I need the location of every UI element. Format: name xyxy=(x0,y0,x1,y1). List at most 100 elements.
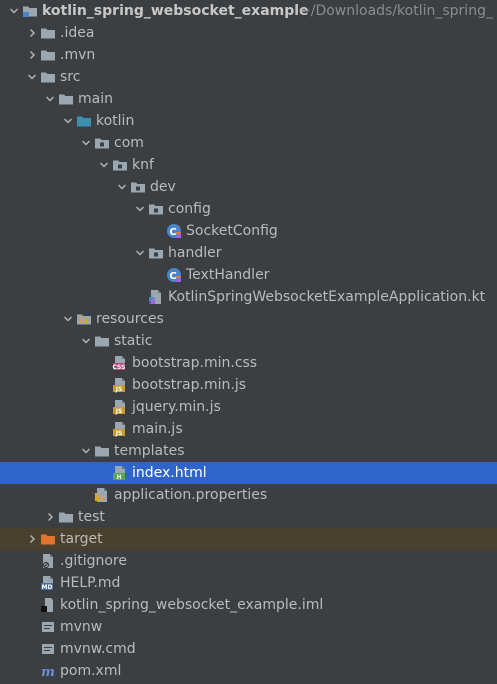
tree-row-help-md[interactable]: MD HELP.md xyxy=(0,572,497,594)
tree-row-label: handler xyxy=(168,245,222,261)
svg-text:JS: JS xyxy=(115,408,123,415)
tree-row-target[interactable]: target xyxy=(0,528,497,550)
chevron-down-icon[interactable] xyxy=(116,176,128,198)
project-tree[interactable]: kotlin_spring_websocket_example ~/Downloa… xyxy=(0,0,497,684)
tree-row-gitignore[interactable]: .gitignore xyxy=(0,550,497,572)
tree-row-label: config xyxy=(168,201,211,217)
chevron-right-icon[interactable] xyxy=(26,22,38,44)
tree-row-com[interactable]: com xyxy=(0,132,497,154)
tree-row-static[interactable]: static xyxy=(0,330,497,352)
tree-row-mvn[interactable]: .mvn xyxy=(0,44,497,66)
chevron-down-icon[interactable] xyxy=(62,308,74,330)
svg-text:CSS: CSS xyxy=(113,364,126,371)
tree-row-mvnw-cmd[interactable]: mvnw.cmd xyxy=(0,638,497,660)
svg-text:JS: JS xyxy=(115,386,123,393)
js-file-icon: JS xyxy=(112,421,128,437)
tree-row-socketconfig[interactable]: C SocketConfig xyxy=(0,220,497,242)
tree-row-main-js[interactable]: JS main.js xyxy=(0,418,497,440)
markdown-file-icon: MD xyxy=(40,575,56,591)
package-icon xyxy=(130,179,146,195)
tree-row-label: templates xyxy=(114,443,185,459)
tree-row-idea[interactable]: .idea xyxy=(0,22,497,44)
excluded-folder-icon xyxy=(40,531,56,547)
kotlin-class-icon: C xyxy=(166,267,182,283)
folder-icon xyxy=(40,47,56,63)
tree-row-label: static xyxy=(114,333,153,349)
tree-row-label: main.js xyxy=(132,421,183,437)
chevron-right-icon[interactable] xyxy=(26,44,38,66)
js-file-icon: JS xyxy=(112,399,128,415)
tree-row-application-properties[interactable]: application.properties xyxy=(0,484,497,506)
tree-row-project-root[interactable]: kotlin_spring_websocket_example ~/Downloa… xyxy=(0,0,497,22)
kotlin-class-icon: C xyxy=(166,223,182,239)
folder-icon xyxy=(40,25,56,41)
tree-row-label: test xyxy=(78,509,105,525)
tree-row-mvnw[interactable]: mvnw xyxy=(0,616,497,638)
chevron-right-icon[interactable] xyxy=(26,528,38,550)
chevron-down-icon[interactable] xyxy=(80,440,92,462)
tree-row-label: kotlin xyxy=(96,113,135,129)
svg-text:H: H xyxy=(116,474,121,481)
properties-file-icon xyxy=(94,487,110,503)
tree-row-handler[interactable]: handler xyxy=(0,242,497,264)
package-icon xyxy=(112,157,128,173)
chevron-down-icon[interactable] xyxy=(8,0,20,22)
tree-row-jquery-js[interactable]: JS jquery.min.js xyxy=(0,396,497,418)
tree-row-label: .idea xyxy=(60,25,95,41)
tree-row-index-html[interactable]: Hindex.html xyxy=(0,462,497,484)
tree-row-label: index.html xyxy=(132,465,207,481)
tree-row-texthandler[interactable]: C TextHandler xyxy=(0,264,497,286)
tree-row-test[interactable]: test xyxy=(0,506,497,528)
tree-row-label: knf xyxy=(132,157,154,173)
iml-file-icon xyxy=(40,597,56,613)
tree-row-kotlin[interactable]: kotlin xyxy=(0,110,497,132)
maven-file-icon: m xyxy=(40,663,56,679)
tree-row-label: .mvn xyxy=(60,47,96,63)
tree-row-application-kt[interactable]: KotlinSpringWebsocketExampleApplication.… xyxy=(0,286,497,308)
svg-text:m: m xyxy=(41,665,55,679)
tree-row-label: TextHandler xyxy=(186,267,270,283)
tree-row-knf[interactable]: knf xyxy=(0,154,497,176)
module-folder-icon xyxy=(22,3,38,19)
tree-row-label: KotlinSpringWebsocketExampleApplication.… xyxy=(168,289,486,305)
tree-row-label: mvnw xyxy=(60,619,103,635)
tree-row-bootstrap-js[interactable]: JS bootstrap.min.js xyxy=(0,374,497,396)
kotlin-file-icon xyxy=(148,289,164,305)
tree-row-label: bootstrap.min.js xyxy=(132,377,246,393)
tree-row-bootstrap-css[interactable]: CSS bootstrap.min.css xyxy=(0,352,497,374)
resources-folder-icon xyxy=(76,311,92,327)
css-file-icon: CSS xyxy=(112,355,128,371)
chevron-down-icon[interactable] xyxy=(98,154,110,176)
chevron-down-icon[interactable] xyxy=(44,88,56,110)
chevron-down-icon[interactable] xyxy=(134,198,146,220)
chevron-down-icon[interactable] xyxy=(134,242,146,264)
package-icon xyxy=(94,135,110,151)
tree-row-label: mvnw.cmd xyxy=(60,641,136,657)
tree-row-dev[interactable]: dev xyxy=(0,176,497,198)
tree-row-iml[interactable]: kotlin_spring_websocket_example.iml xyxy=(0,594,497,616)
tree-row-config[interactable]: config xyxy=(0,198,497,220)
js-file-icon: JS xyxy=(112,377,128,393)
gitignore-file-icon xyxy=(40,553,56,569)
source-folder-icon xyxy=(76,113,92,129)
tree-row-label: HELP.md xyxy=(60,575,121,591)
chevron-down-icon[interactable] xyxy=(80,330,92,352)
tree-row-main[interactable]: main xyxy=(0,88,497,110)
chevron-down-icon[interactable] xyxy=(26,66,38,88)
text-file-icon xyxy=(40,619,56,635)
tree-row-pom-xml[interactable]: m pom.xml xyxy=(0,660,497,682)
tree-row-src[interactable]: src xyxy=(0,66,497,88)
folder-icon xyxy=(40,69,56,85)
project-path: ~/Downloads/kotlin_spring_ xyxy=(299,3,493,19)
chevron-down-icon[interactable] xyxy=(62,110,74,132)
chevron-down-icon[interactable] xyxy=(80,132,92,154)
tree-row-label: target xyxy=(60,531,103,547)
tree-row-label: com xyxy=(114,135,144,151)
chevron-right-icon[interactable] xyxy=(44,506,56,528)
text-file-icon xyxy=(40,641,56,657)
tree-row-label: jquery.min.js xyxy=(132,399,221,415)
svg-text:JS: JS xyxy=(115,430,123,437)
tree-row-resources[interactable]: resources xyxy=(0,308,497,330)
tree-row-templates[interactable]: templates xyxy=(0,440,497,462)
folder-icon xyxy=(94,443,110,459)
